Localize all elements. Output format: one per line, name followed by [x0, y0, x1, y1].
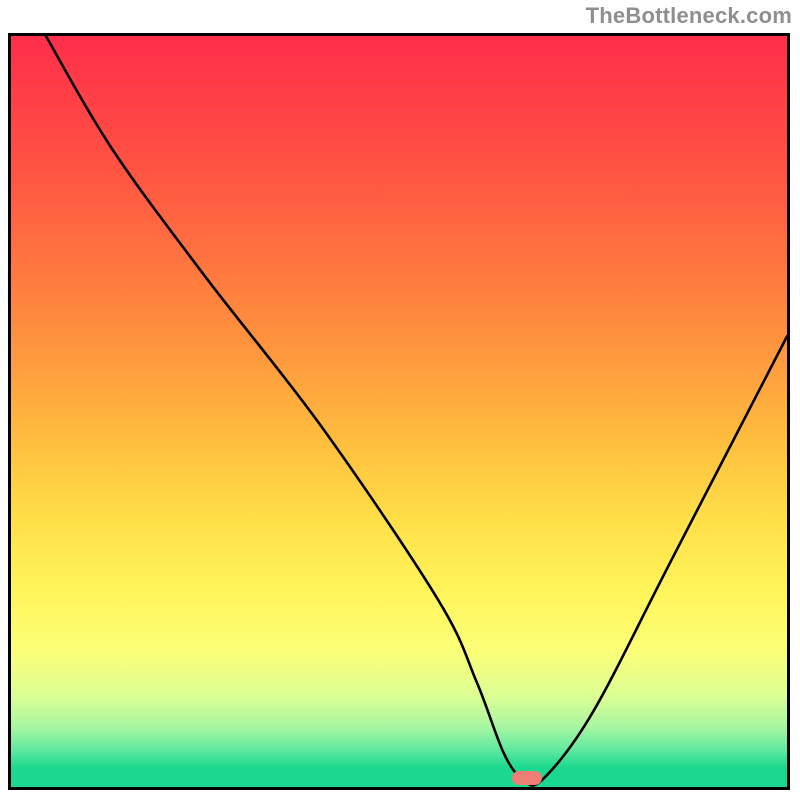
watermark-label: TheBottleneck.com [586, 5, 792, 27]
plot-frame [8, 33, 790, 790]
optimal-marker [512, 771, 542, 785]
bottleneck-curve [11, 36, 787, 787]
plot-area [11, 36, 787, 787]
chart-container: TheBottleneck.com [0, 0, 800, 800]
